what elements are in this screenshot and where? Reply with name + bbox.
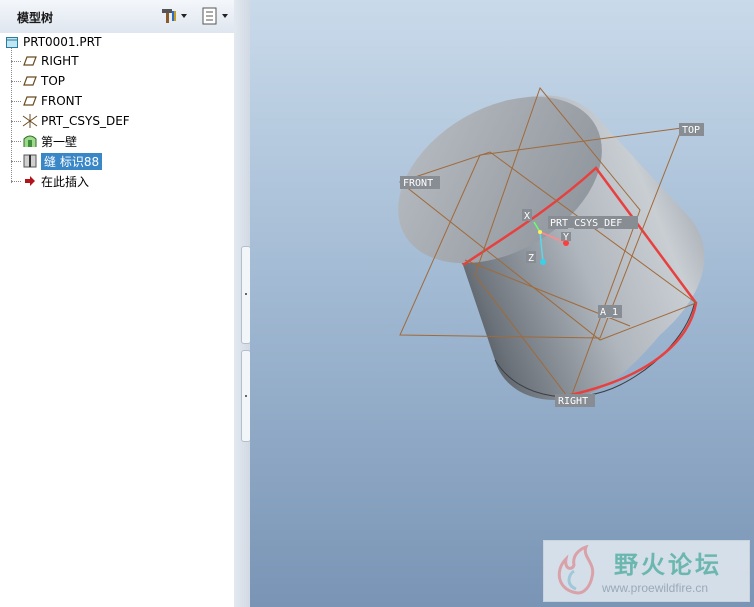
tree-item-label: 在此插入 (41, 174, 90, 189)
datum-tag-csys: PRT_CSYS_DEF (548, 216, 638, 229)
csys-label-x: X (524, 211, 530, 222)
tree-connector (11, 61, 21, 62)
datum-label-top: TOP (682, 125, 700, 136)
datum-plane-icon (22, 93, 38, 109)
datum-tag-top: TOP (679, 123, 704, 136)
tree-connector (11, 121, 21, 122)
watermark-url: www.proewildfire.cn (602, 581, 709, 595)
tree-item-first-wall[interactable]: 第一壁 (22, 132, 77, 150)
tree-root-item[interactable]: PRT0001.PRT (4, 33, 101, 51)
model-tree-panel: 模型树 PRT0001.PRT RIGHT TOP FRONT PRT_CSYS… (0, 0, 240, 607)
flame-logo-icon (557, 545, 595, 595)
tree-connector (11, 81, 21, 82)
tree-connector (11, 101, 21, 102)
datum-label-front: FRONT (403, 178, 433, 189)
tree-connector (11, 181, 21, 182)
settings-button[interactable] (160, 5, 187, 27)
watermark-title: 野火论坛 (614, 551, 722, 579)
model-tree-title: 模型树 (17, 11, 54, 25)
tree-root-label: PRT0001.PRT (23, 35, 102, 49)
tree-item-top[interactable]: TOP (22, 72, 65, 90)
csys-tag-z: Z (526, 251, 536, 264)
tree-connector (11, 161, 21, 162)
tree-item-label: RIGHT (41, 54, 79, 68)
csys-label-y: Y (563, 232, 569, 243)
model-scene[interactable]: TOP FRONT RIGHT PRT_CSYS_DEF A_1 X Y Z (250, 0, 754, 607)
tree-item-label: 第一壁 (41, 134, 78, 149)
tree-item-rip[interactable]: 缝 标识88 (22, 152, 103, 170)
datum-label-right: RIGHT (558, 396, 588, 407)
tree-item-right[interactable]: RIGHT (22, 52, 79, 70)
chevron-down-icon (222, 14, 228, 18)
csys-label-z: Z (528, 253, 534, 264)
csys-tag-x: X (522, 209, 532, 222)
model-tree-header: 模型树 (0, 0, 240, 34)
tree-item-label: PRT_CSYS_DEF (41, 114, 130, 128)
datum-plane-icon (22, 73, 38, 89)
show-options-button[interactable] (201, 5, 228, 27)
datum-label-csys: PRT_CSYS_DEF (550, 218, 622, 229)
hammer-icon (162, 9, 176, 23)
insert-arrow-icon (22, 173, 38, 189)
datum-plane-icon (22, 53, 38, 69)
model-tree: PRT0001.PRT RIGHT TOP FRONT PRT_CSYS_DEF… (0, 33, 235, 607)
list-icon (202, 7, 217, 25)
tree-connector (11, 47, 12, 183)
tree-item-label: TOP (41, 74, 66, 88)
tree-item-csys[interactable]: PRT_CSYS_DEF (22, 112, 130, 130)
part-icon (4, 34, 20, 50)
datum-label-axis: A_1 (600, 307, 618, 318)
datum-tag-axis: A_1 (598, 305, 622, 318)
wall-icon (22, 133, 38, 149)
tree-item-label: 缝 标识88 (41, 152, 103, 170)
tree-item-front[interactable]: FRONT (22, 92, 82, 110)
datum-tag-right: RIGHT (555, 394, 595, 407)
tree-item-insert-here[interactable]: 在此插入 (22, 172, 89, 190)
rip-icon (22, 153, 38, 169)
csys-icon (22, 113, 38, 129)
forum-watermark: 野火论坛 www.proewildfire.cn (543, 540, 750, 602)
tree-connector (11, 141, 21, 142)
datum-tag-front: FRONT (400, 176, 440, 189)
graphics-viewport[interactable]: TOP FRONT RIGHT PRT_CSYS_DEF A_1 X Y Z (250, 0, 754, 607)
tree-item-label: FRONT (41, 94, 82, 108)
chevron-down-icon (181, 14, 187, 18)
